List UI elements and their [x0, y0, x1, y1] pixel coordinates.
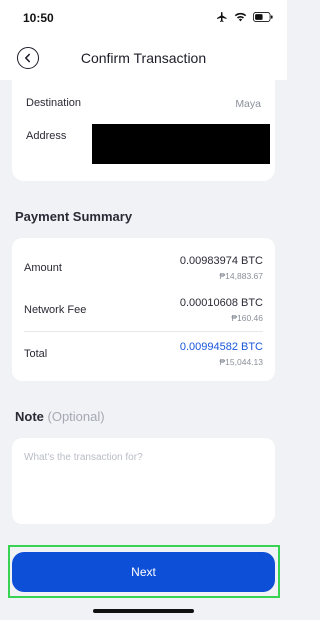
wifi-icon	[234, 12, 247, 22]
amount-php: ₱14,883.67	[219, 271, 263, 281]
battery-icon	[253, 12, 273, 22]
status-bar: 10:50	[0, 0, 287, 36]
address-redacted	[92, 124, 270, 164]
note-card[interactable]	[12, 438, 275, 524]
network-fee-btc: 0.00010608 BTC	[179, 297, 263, 309]
amount-label: Amount	[24, 262, 62, 274]
destination-label: Destination	[26, 97, 82, 109]
destination-value: Maya	[235, 98, 261, 110]
note-label: Note	[15, 409, 44, 424]
home-indicator	[93, 609, 194, 613]
next-button[interactable]: Next	[12, 552, 275, 592]
divider	[24, 331, 263, 332]
status-time: 10:50	[23, 11, 54, 25]
network-fee-php: ₱160.46	[231, 313, 263, 323]
note-title: Note (Optional)	[15, 409, 105, 424]
note-optional-label: (Optional)	[47, 409, 105, 424]
destination-card: Destination Maya Address	[12, 80, 275, 181]
total-label: Total	[24, 348, 48, 360]
header: Confirm Transaction	[0, 36, 287, 80]
amount-btc: 0.00983974 BTC	[179, 255, 263, 267]
note-input[interactable]	[24, 452, 264, 463]
payment-summary-card: Amount 0.00983974 BTC ₱14,883.67 Network…	[12, 238, 275, 381]
total-btc: 0.00994582 BTC	[179, 341, 263, 353]
payment-summary-title: Payment Summary	[15, 209, 133, 224]
total-php: ₱15,044.13	[219, 357, 263, 367]
network-fee-label: Network Fee	[24, 304, 87, 316]
address-label: Address	[26, 130, 67, 142]
airplane-icon	[216, 11, 228, 23]
page-title: Confirm Transaction	[80, 50, 207, 66]
status-icons	[216, 11, 273, 23]
